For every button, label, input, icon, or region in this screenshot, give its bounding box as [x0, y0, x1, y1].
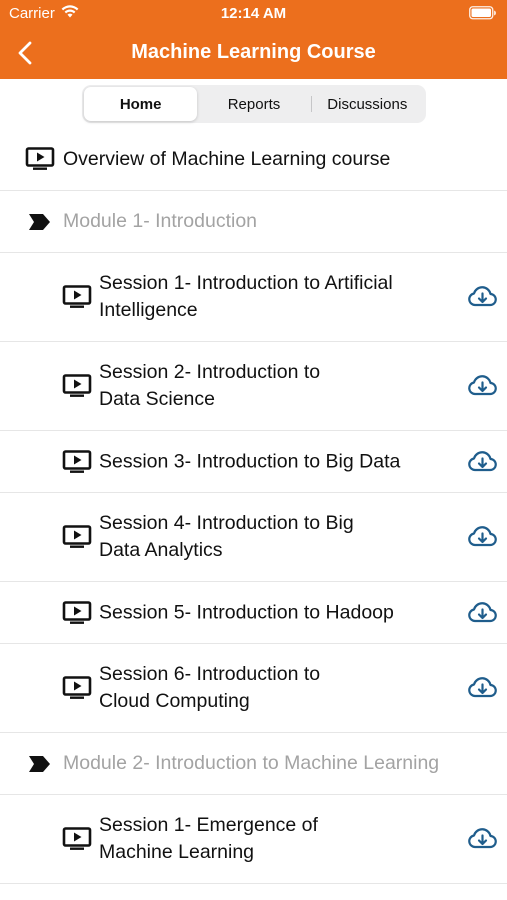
session-title-line: Data Analytics	[99, 539, 223, 561]
tab-home[interactable]: Home	[84, 87, 198, 121]
session-title-line: Cloud Computing	[99, 690, 250, 712]
cloud-download-icon[interactable]	[467, 601, 497, 625]
session-title-line: Session 5- Introduction to Hadoop	[99, 601, 394, 623]
battery-icon	[469, 6, 497, 24]
tab-segmented-control: Home Reports Discussions	[82, 85, 426, 123]
cloud-download-icon[interactable]	[467, 827, 497, 851]
module-title: Module 2- Introduction to Machine Learni…	[63, 752, 440, 774]
chevron-bullet-icon	[29, 214, 51, 235]
session-row[interactable]: Session 3- Introduction to Big Data	[0, 431, 507, 493]
session-title: Session 5- Introduction to Hadoop	[99, 599, 439, 626]
session-title-line: Session 3- Introduction to Big Data	[99, 450, 401, 472]
video-play-icon	[62, 600, 92, 625]
session-row[interactable]: Session 1- Emergence of Machine Learning	[0, 795, 507, 884]
session-title: Session 3- Introduction to Big Data	[99, 448, 439, 475]
page-title: Machine Learning Course	[131, 41, 376, 63]
session-row[interactable]: Session 1- Introduction to Artificial In…	[0, 253, 507, 342]
session-title-line: Intelligence	[99, 299, 198, 321]
session-title-line: Session 2- Introduction to	[99, 361, 321, 383]
overview-row[interactable]: Overview of Machine Learning course	[0, 129, 507, 191]
session-title-line: Session 1- Emergence of	[99, 814, 318, 836]
tab-discussions[interactable]: Discussions	[310, 87, 424, 121]
session-title: Session 6- Introduction to Cloud Computi…	[99, 661, 439, 715]
video-play-icon	[62, 374, 92, 398]
video-play-icon	[62, 285, 92, 309]
module-title: Module 1- Introduction	[63, 210, 258, 232]
overview-label: Overview of Machine Learning course	[63, 148, 391, 170]
session-title-line: Session 1- Introduction to Artificial	[99, 272, 393, 294]
session-title: Session 2- Introduction to Data Science	[99, 359, 439, 413]
session-title-line: Session 4- Introduction to Big	[99, 512, 354, 534]
course-content-list: Overview of Machine Learning course Modu…	[0, 129, 507, 884]
session-row[interactable]: Session 6- Introduction to Cloud Computi…	[0, 644, 507, 733]
session-row[interactable]: Session 5- Introduction to Hadoop	[0, 582, 507, 644]
cloud-download-icon[interactable]	[467, 676, 497, 700]
cloud-download-icon[interactable]	[467, 285, 497, 309]
session-title-line: Data Science	[99, 388, 215, 410]
session-row[interactable]: Session 2- Introduction to Data Science	[0, 342, 507, 431]
session-title: Session 1- Emergence of Machine Learning	[99, 812, 439, 866]
session-title-line: Machine Learning	[99, 841, 255, 863]
tab-reports[interactable]: Reports	[197, 87, 310, 121]
cloud-download-icon[interactable]	[467, 525, 497, 549]
session-title: Session 1- Introduction to Artificial In…	[99, 270, 439, 324]
video-play-icon	[62, 676, 92, 700]
video-play-icon	[62, 525, 92, 549]
chevron-bullet-icon	[29, 756, 51, 777]
video-play-icon	[25, 147, 55, 171]
cloud-download-icon[interactable]	[467, 374, 497, 398]
video-play-icon	[62, 449, 92, 474]
navigation-bar: Machine Learning Course	[0, 28, 507, 79]
status-bar: Carrier 12:14 AM	[0, 0, 507, 28]
module-header[interactable]: Module 1- Introduction	[0, 191, 507, 253]
module-header[interactable]: Module 2- Introduction to Machine Learni…	[0, 733, 507, 795]
session-title-line: Session 6- Introduction to	[99, 663, 321, 685]
video-play-icon	[62, 827, 92, 851]
session-title: Session 4- Introduction to Big Data Anal…	[99, 510, 439, 564]
cloud-download-icon[interactable]	[467, 450, 497, 474]
session-row[interactable]: Session 4- Introduction to Big Data Anal…	[0, 493, 507, 582]
clock: 12:14 AM	[220, 5, 287, 22]
